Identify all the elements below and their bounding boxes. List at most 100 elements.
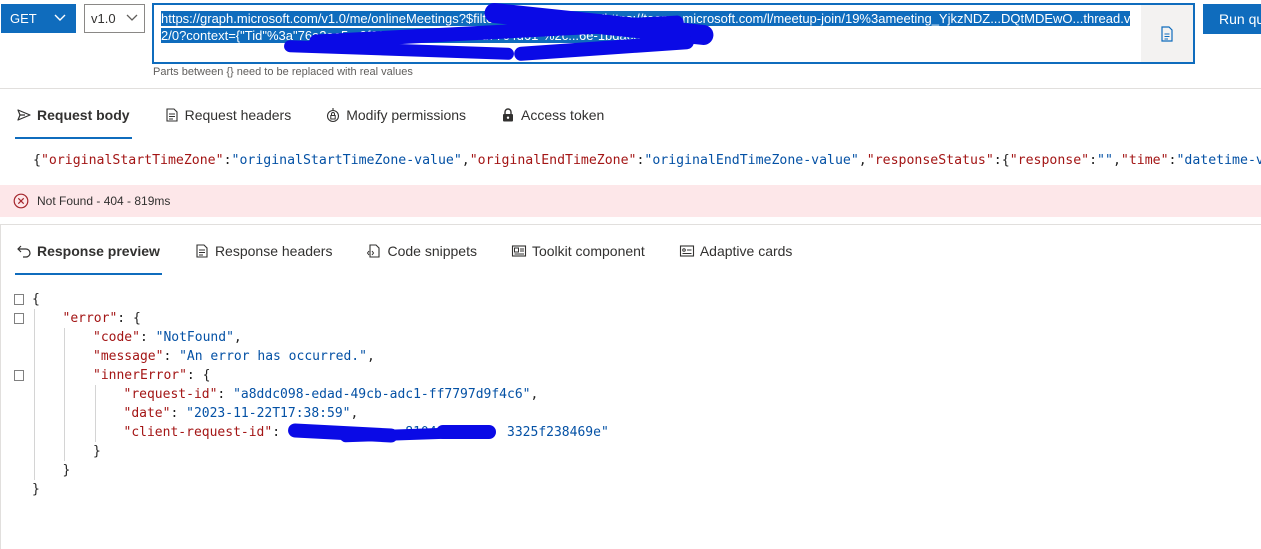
- json-line-text: "message": "An error has occurred.",: [93, 347, 375, 366]
- json-key: "originalStartTimeZone": [40, 153, 224, 168]
- tab-label: Adaptive cards: [699, 243, 793, 259]
- json-string: "datetime-value": [1176, 153, 1261, 168]
- request-body-editor[interactable]: {"originalStartTimeZone":"originalStartT…: [33, 153, 1261, 168]
- json-string: "a8ddc098-edad-49cb-adc1-ff7797d9f4c6": [233, 387, 531, 402]
- tab-adaptive-cards[interactable]: Adaptive cards: [679, 239, 793, 263]
- chevron-down-icon: [126, 14, 138, 21]
- tab-code-snippets[interactable]: Code snippets: [366, 239, 477, 263]
- json-string: "": [1097, 153, 1113, 168]
- tab-access-token[interactable]: Access token: [500, 103, 604, 127]
- json-line-text: "code": "NotFound",: [93, 328, 242, 347]
- json-punctuation: {: [32, 292, 40, 307]
- indent-guide: [95, 385, 96, 442]
- api-version-value: v1.0: [91, 11, 116, 26]
- fold-toggle[interactable]: [14, 294, 24, 305]
- api-version-dropdown[interactable]: v1.0: [84, 4, 145, 33]
- json-string: "An error has occurred.": [179, 349, 367, 364]
- code-file-icon: [366, 243, 382, 259]
- json-punctuation: ,: [461, 153, 470, 168]
- json-key: "responseStatus": [866, 153, 994, 168]
- response-tabs: Response preview Response headers Code s…: [15, 239, 826, 275]
- json-punctuation: :: [139, 330, 156, 345]
- json-punctuation: :: [1089, 153, 1098, 168]
- json-punctuation: ,: [1112, 153, 1121, 168]
- json-punctuation: }: [93, 444, 101, 459]
- toolkit-icon: [511, 243, 527, 259]
- url-hint: Parts between {} need to be replaced wit…: [153, 66, 413, 78]
- fold-toggle[interactable]: [14, 313, 24, 324]
- json-line-text: }: [32, 480, 40, 499]
- json-punctuation: :{: [993, 153, 1010, 168]
- tab-response-headers[interactable]: Response headers: [194, 239, 333, 263]
- json-key: "code": [93, 330, 140, 345]
- document-icon: [164, 107, 180, 123]
- indent-guide: [64, 328, 65, 461]
- json-line-text: "innerError": {: [93, 366, 210, 385]
- json-punctuation: ,: [350, 406, 359, 421]
- json-key: "error": [62, 311, 118, 326]
- json-line-text: }: [63, 461, 71, 480]
- tab-label: Request headers: [184, 107, 292, 123]
- tab-request-body[interactable]: Request body: [15, 103, 132, 139]
- tab-label: Response headers: [214, 243, 333, 259]
- document-icon: [194, 243, 210, 259]
- json-key: "date": [123, 406, 171, 421]
- request-tabs: Request body Request headers Modify perm…: [15, 103, 638, 139]
- json-punctuation: :: [163, 349, 180, 364]
- card-icon: [679, 243, 695, 259]
- json-string: "NotFound": [155, 330, 234, 345]
- tab-label: Request body: [37, 107, 130, 123]
- json-key: "client-request-id": [123, 425, 273, 440]
- tab-response-preview[interactable]: Response preview: [15, 239, 162, 275]
- tab-label: Access token: [521, 107, 605, 123]
- json-string: "originalEndTimeZone-value": [644, 153, 859, 168]
- json-key: "originalEndTimeZone": [469, 153, 637, 168]
- tab-label: Code snippets: [387, 243, 477, 259]
- json-punctuation: :: [217, 387, 234, 402]
- fold-toggle[interactable]: [14, 370, 24, 381]
- json-punctuation: }: [32, 482, 40, 497]
- json-line-text: "request-id": "a8ddc098-edad-49cb-adc1-f…: [124, 385, 539, 404]
- undo-arrow-icon: [16, 243, 32, 259]
- json-key: "response": [1009, 153, 1090, 168]
- json-punctuation: ,: [233, 330, 242, 345]
- json-punctuation: :: [272, 425, 288, 440]
- tab-label: Response preview: [37, 243, 160, 259]
- json-punctuation: {: [33, 153, 41, 168]
- json-punctuation: :: [170, 406, 187, 421]
- json-punctuation: }: [62, 463, 71, 478]
- json-punctuation: :: [223, 153, 232, 168]
- status-text: Not Found - 404 - 819ms: [37, 194, 171, 208]
- lock-shield-icon: [325, 107, 341, 123]
- tab-label: Modify permissions: [346, 107, 467, 123]
- json-line-text: "error": {: [63, 309, 141, 328]
- http-method-dropdown[interactable]: GET: [1, 4, 76, 33]
- indent-guide: [34, 309, 35, 480]
- chevron-down-icon: [54, 14, 66, 21]
- redaction-mark: [436, 425, 496, 439]
- error-circle-icon: [13, 193, 29, 209]
- json-key: "innerError": [93, 368, 187, 383]
- json-line-text: }: [93, 442, 101, 461]
- json-key: "message": [93, 349, 164, 364]
- http-method-value: GET: [10, 11, 37, 26]
- tab-toolkit-component[interactable]: Toolkit component: [511, 239, 645, 263]
- json-punctuation: : {: [186, 368, 211, 383]
- lock-icon: [500, 107, 516, 123]
- run-query-button[interactable]: Run query: [1203, 4, 1261, 34]
- send-icon: [16, 107, 32, 123]
- query-url-input[interactable]: https://graph.microsoft.com/v1.0/me/onli…: [152, 2, 1195, 64]
- json-punctuation: ,: [858, 153, 867, 168]
- tab-label: Toolkit component: [531, 243, 645, 259]
- divider: [0, 88, 1261, 89]
- json-punctuation: : {: [117, 311, 141, 326]
- json-string: "2023-11-22T17:38:59": [186, 406, 351, 421]
- json-line-text: {: [32, 290, 40, 309]
- json-key: "request-id": [123, 387, 218, 402]
- tab-request-headers[interactable]: Request headers: [164, 103, 292, 127]
- tab-modify-permissions[interactable]: Modify permissions: [325, 103, 466, 127]
- document-icon: [1161, 25, 1173, 42]
- json-line-text: "date": "2023-11-22T17:38:59",: [124, 404, 359, 423]
- json-punctuation: ,: [366, 349, 375, 364]
- query-url-doc-button[interactable]: [1141, 5, 1193, 62]
